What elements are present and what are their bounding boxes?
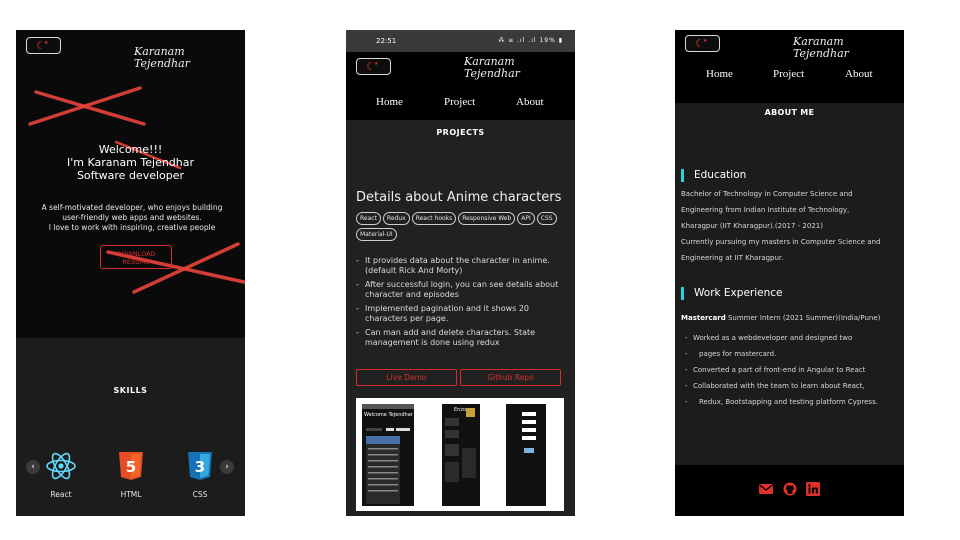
nav-about[interactable]: About — [845, 68, 873, 80]
projects-screen: 22:51 ⁂ ≡ .ıl .ıl 19% ▮ ☾ ★ Karanam Teje… — [346, 30, 575, 516]
skills-title: SKILLS — [113, 386, 148, 395]
project-preview-image: Welcome Tejendhar Enzo — [362, 404, 546, 506]
tech-tags: React Redux React hooks Responsive Web A… — [356, 212, 571, 241]
education-text: Bachelor of Technology in Computer Scien… — [681, 186, 901, 266]
tech-tag: API — [517, 212, 535, 225]
nav-home[interactable]: Home — [376, 96, 403, 108]
projects-title: PROJECTS — [436, 128, 485, 137]
svg-text:5: 5 — [126, 458, 136, 476]
status-bar: 22:51 ⁂ ≡ .ıl .ıl 19% ▮ — [346, 30, 575, 52]
feature-item: Implemented pagination and it shows 20 c… — [356, 304, 569, 324]
preview-title-text: Enzo — [454, 407, 466, 413]
theme-toggle[interactable]: ☾ ★ — [356, 58, 391, 75]
nav-home[interactable]: Home — [706, 68, 733, 80]
tech-tag: Material-UI — [356, 228, 397, 241]
skill-css: 3 CSS — [180, 450, 220, 499]
nav-project[interactable]: Project — [444, 96, 475, 108]
welcome-line: Software developer — [76, 169, 185, 182]
top-header: ☾ ★ Karanam Tejendhar Home Project About — [675, 30, 904, 103]
welcome-heading: Welcome!!! I'm Karanam Tejendhar Softwar… — [16, 143, 245, 182]
brand-logo[interactable]: Karanam Tejendhar — [464, 56, 520, 80]
download-resume-button[interactable]: DOWNLOAD RESUME — [100, 245, 172, 269]
skill-label: React — [50, 490, 72, 499]
welcome-line: Welcome!!! — [98, 143, 163, 156]
preview-heading: Welcome Tejendhar — [364, 412, 414, 418]
education-line: Engineering at IIT Kharagpur. — [681, 254, 784, 262]
github-icon[interactable] — [783, 482, 797, 496]
education-heading: Education — [681, 169, 747, 182]
css3-icon: 3 — [188, 452, 212, 480]
education-line: Bachelor of Technology in Computer Scien… — [681, 190, 853, 198]
home-screen: ☾ ★ Karanam Tejendhar Welcome!!! I'm Kar… — [16, 30, 245, 516]
intro-line: user-friendly web apps and websites. — [62, 213, 202, 222]
skills-section: SKILLS ‹ › React 5 HTML 3 CSS — [16, 338, 245, 516]
status-icons: ⁂ ≡ .ıl .ıl 19% ▮ — [498, 37, 563, 44]
brand-logo[interactable]: Karanam Tejendhar — [793, 36, 849, 60]
svg-text:3: 3 — [195, 458, 205, 476]
skill-react: React — [41, 450, 81, 499]
star-icon: ★ — [374, 61, 379, 67]
intro-line: I love to work with inspiring, creative … — [48, 223, 216, 232]
tech-tag: CSS — [536, 212, 557, 225]
about-screen: ☾ ★ Karanam Tejendhar Home Project About… — [675, 30, 904, 516]
tech-tag: React hooks — [411, 212, 457, 225]
experience-heading: Work Experience — [681, 287, 783, 300]
experience-item: Worked as a webdeveloper and designed tw… — [681, 330, 901, 346]
intro-line: A self-motivated developer, who enjoys b… — [41, 203, 223, 212]
tech-tag: Redux — [382, 212, 410, 225]
experience-list: Worked as a webdeveloper and designed tw… — [681, 330, 901, 410]
experience-item: Redux, Bootstapping and testing platform… — [681, 394, 901, 410]
tech-tag: Responsive Web — [458, 212, 516, 225]
section-accent-bar — [681, 287, 684, 300]
nav-project[interactable]: Project — [773, 68, 804, 80]
education-line: Engineering from Indian Institute of Tec… — [681, 206, 850, 214]
feature-item: Can man add and delete characters. State… — [356, 328, 569, 348]
status-time: 22:51 — [376, 37, 397, 45]
project-heading: Details about Anime characters — [356, 190, 562, 205]
experience-item: pages for mastercard. — [681, 346, 901, 362]
live-demo-button[interactable]: Live Demo — [356, 369, 457, 386]
welcome-line: I'm Karanam Tejendhar — [66, 156, 195, 169]
tech-tag: React — [356, 212, 381, 225]
resume-label-line1: DOWNLOAD — [116, 250, 156, 258]
education-line: Kharagpur (IIT Kharagpur).(2017 - 2021) — [681, 222, 823, 230]
section-accent-bar — [681, 169, 684, 182]
intro-text: A self-motivated developer, who enjoys b… — [26, 203, 238, 233]
about-title: ABOUT ME — [764, 108, 815, 117]
carousel-prev-button[interactable]: ‹ — [26, 460, 40, 474]
star-icon: ★ — [703, 38, 708, 44]
education-title: Education — [694, 169, 747, 181]
role-text: Summer Intern (2021 Summer)(India/Pune) — [727, 314, 881, 322]
feature-item: It provides data about the character in … — [356, 256, 569, 276]
theme-toggle[interactable]: ☾ ★ — [685, 35, 720, 52]
carousel-next-button[interactable]: › — [220, 460, 234, 474]
feature-item: After successful login, you can see deta… — [356, 280, 569, 300]
project-features: It provides data about the character in … — [356, 256, 569, 352]
linkedin-icon[interactable] — [806, 482, 820, 496]
brand-name-line2: Tejendhar — [464, 67, 520, 80]
html5-icon: 5 — [119, 452, 143, 480]
react-icon — [46, 452, 76, 480]
experience-item: Converted a part of front-end in Angular… — [681, 362, 901, 378]
github-repo-button[interactable]: Github Repo — [460, 369, 561, 386]
experience-role: Mastercard Summer Intern (2021 Summer)(I… — [681, 314, 880, 322]
experience-item: Collaborated with the team to learn abou… — [681, 378, 901, 394]
project-screenshots: Welcome Tejendhar Enzo — [356, 398, 564, 511]
skill-label: CSS — [192, 490, 208, 499]
resume-label-line2: RESUME — [122, 258, 150, 266]
skill-label: HTML — [120, 490, 142, 499]
brand-name-line2: Tejendhar — [793, 47, 849, 60]
top-header: ☾ ★ Karanam Tejendhar Home Project About — [346, 52, 575, 120]
skill-html: 5 HTML — [111, 450, 151, 499]
company-name: Mastercard — [681, 314, 726, 322]
education-line: Currently pursuing my masters in Compute… — [681, 238, 881, 246]
nav-about[interactable]: About — [516, 96, 544, 108]
mail-icon[interactable] — [759, 482, 773, 496]
experience-title: Work Experience — [694, 287, 783, 299]
